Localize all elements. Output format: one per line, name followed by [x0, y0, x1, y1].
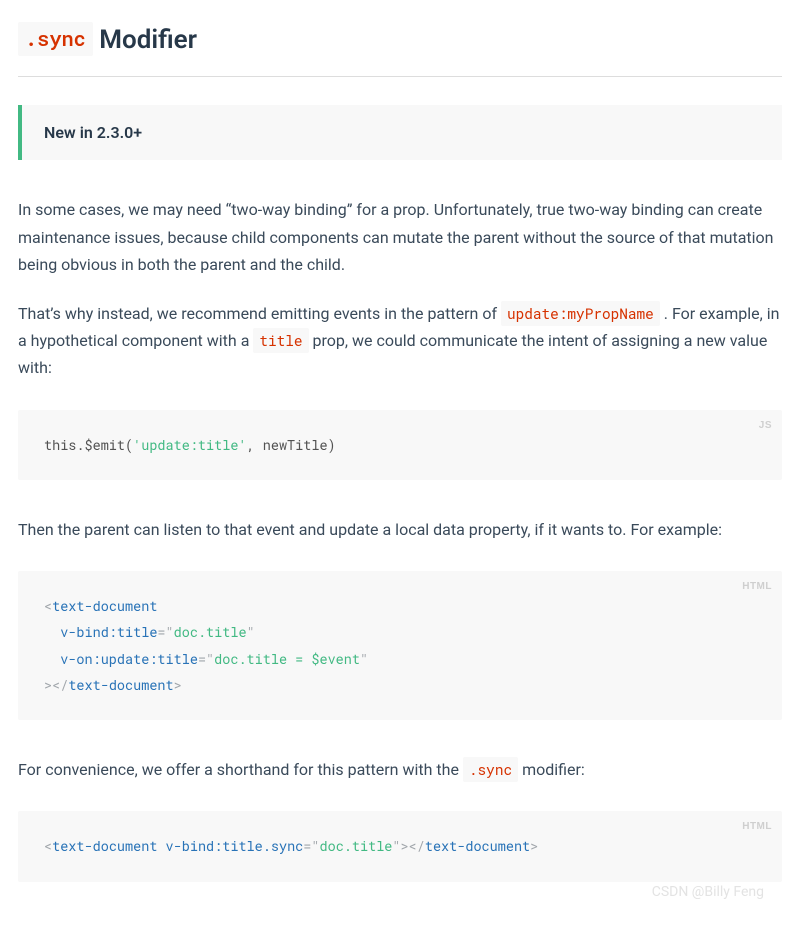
- code-lang-badge: HTML: [742, 817, 772, 837]
- inline-code-title: title: [253, 328, 308, 353]
- c3-q2: ": [392, 837, 400, 855]
- c2-l2q1: ": [166, 623, 174, 641]
- c3-p1: <: [44, 837, 52, 855]
- c3-val: doc.title: [320, 837, 393, 855]
- paragraph-4: For convenience, we offer a shorthand fo…: [18, 756, 782, 783]
- c2-l4c: >: [174, 676, 182, 694]
- section-heading: .sync Modifier: [18, 18, 782, 77]
- para4-a: For convenience, we offer a shorthand fo…: [18, 760, 463, 779]
- c2-l3attr: v-on:update:title: [60, 650, 198, 668]
- c3-p3: </: [409, 837, 425, 855]
- c2-l2attr: v-bind:title: [60, 623, 157, 641]
- c2-l4tag: text-document: [68, 676, 173, 694]
- code-lang-badge: JS: [759, 416, 772, 436]
- code-block-js-emit: JS this.$emit('update:title', newTitle): [18, 410, 782, 480]
- intro-paragraph-1: In some cases, we may need “two-way bind…: [18, 196, 782, 278]
- para4-b: modifier:: [518, 760, 585, 779]
- paragraph-3: Then the parent can listen to that event…: [18, 516, 782, 543]
- inline-code-update-prop: update:myPropName: [501, 301, 660, 326]
- code-lang-badge: HTML: [742, 577, 772, 597]
- c3-attr: v-bind:title.sync: [166, 837, 304, 855]
- c2-l1tag: text-document: [52, 597, 157, 615]
- c3-tag2: text-document: [425, 837, 530, 855]
- c2-l2q2: ": [247, 623, 255, 641]
- c3-tag1: text-document: [52, 837, 157, 855]
- code-block-html-sync: HTML<text-document v-bind:title.sync="do…: [18, 811, 782, 881]
- code1-s2: , newTitle): [247, 436, 336, 454]
- code1-s1: this.$emit(: [44, 436, 133, 454]
- intro-paragraph-2: That’s why instead, we recommend emittin…: [18, 300, 782, 382]
- c2-l2val: doc.title: [174, 623, 247, 641]
- c2-l3q1: ": [206, 650, 214, 668]
- c2-l1p: <: [44, 597, 52, 615]
- c3-sp: [157, 837, 165, 855]
- watermark: CSDN @Billy Feng: [652, 881, 764, 905]
- c2-l2eq: =: [157, 623, 165, 641]
- c3-q1: ": [311, 837, 319, 855]
- c3-p4: >: [530, 837, 538, 855]
- heading-text: Modifier: [93, 25, 197, 55]
- heading-code: .sync: [18, 22, 93, 56]
- code-block-html-listener: HTML<text-document v-bind:title="doc.tit…: [18, 571, 782, 720]
- callout-text: New in 2.3.0+: [44, 119, 760, 146]
- callout-new-version: New in 2.3.0+: [18, 105, 782, 160]
- para2-a: That’s why instead, we recommend emittin…: [18, 304, 501, 323]
- inline-code-sync: .sync: [463, 757, 518, 782]
- c2-l3q2: ": [360, 650, 368, 668]
- c2-l3eq: =: [198, 650, 206, 668]
- c2-l4a: >: [44, 676, 52, 694]
- c3-p2: >: [401, 837, 409, 855]
- code1-str: 'update:title': [133, 436, 246, 454]
- c2-l4b: </: [52, 676, 68, 694]
- c2-l3val: doc.title = $event: [214, 650, 360, 668]
